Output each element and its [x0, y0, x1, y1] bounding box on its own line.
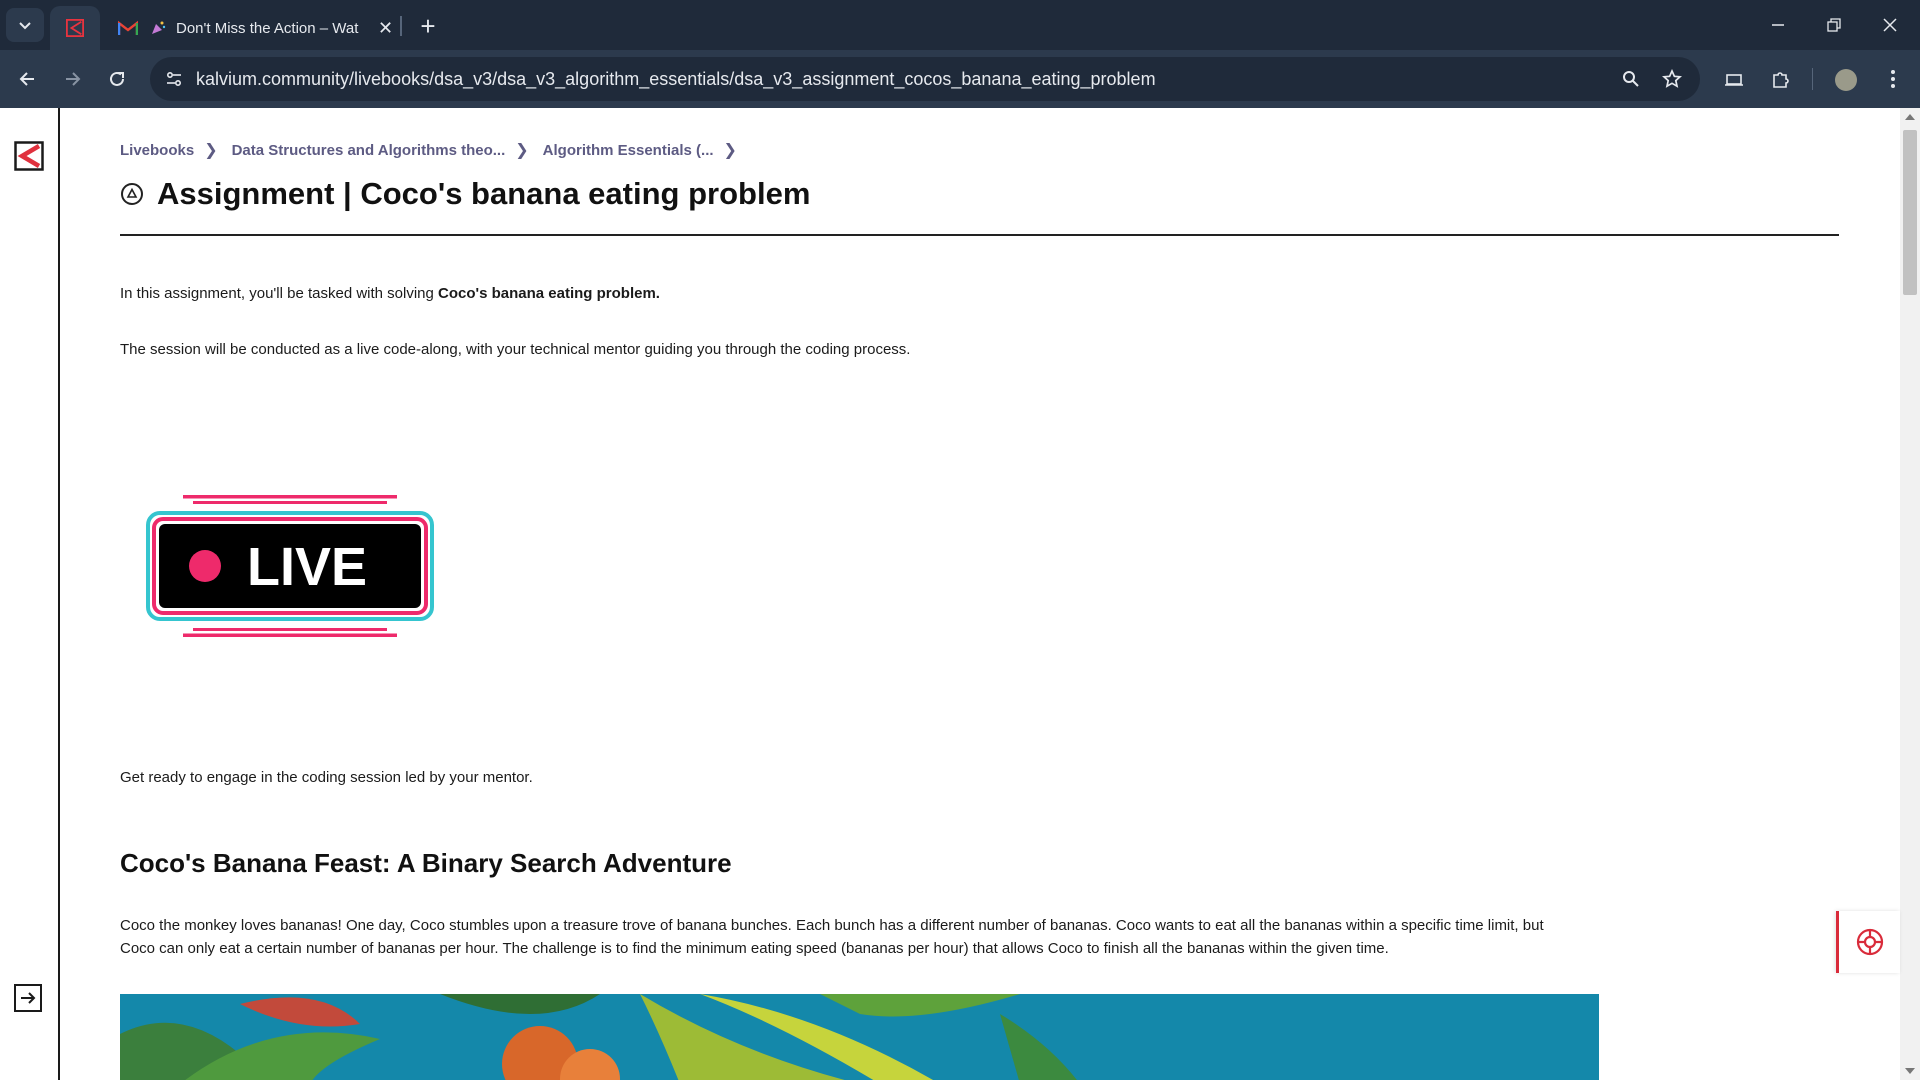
chevron-down-icon — [19, 22, 31, 30]
tab-title: Don't Miss the Action – Wat — [176, 19, 359, 37]
reload-button[interactable] — [99, 61, 135, 97]
page-viewport: Livebooks ❯ Data Structures and Algorith… — [0, 108, 1920, 1080]
forward-button[interactable] — [55, 61, 91, 97]
breadcrumb: Livebooks ❯ Data Structures and Algorith… — [120, 140, 751, 160]
breadcrumb-course[interactable]: Data Structures and Algorithms theo... — [232, 142, 506, 159]
live-label: LIVE — [247, 537, 367, 597]
party-popper-icon — [152, 21, 166, 34]
live-banner-image: LIVE — [146, 495, 434, 637]
section-body-paragraph: Coco the monkey loves bananas! One day, … — [120, 917, 1544, 957]
site-info-button[interactable] — [154, 59, 194, 99]
title-divider — [120, 234, 1839, 236]
chevron-right-icon: ❯ — [515, 142, 529, 159]
breadcrumb-module[interactable]: Algorithm Essentials (... — [543, 142, 714, 159]
left-rail — [0, 108, 60, 1080]
new-tab-button[interactable]: + — [412, 10, 444, 42]
lifebuoy-icon — [1856, 928, 1883, 956]
tune-icon — [166, 71, 182, 87]
kalvium-logo-icon — [66, 19, 84, 37]
intro-paragraph: In this assignment, you'll be tasked wit… — [120, 282, 660, 305]
toolbar-divider — [1812, 68, 1813, 90]
close-tab-icon[interactable]: ✕ — [378, 18, 393, 39]
banana-illustration-image — [120, 994, 1599, 1080]
browser-menu-button[interactable] — [1875, 61, 1911, 97]
restore-icon — [1827, 18, 1841, 32]
session-paragraph: The session will be conducted as a live … — [120, 341, 911, 358]
help-widget-button[interactable] — [1836, 911, 1900, 973]
reload-icon — [110, 71, 124, 86]
zoom-button[interactable] — [1616, 64, 1646, 94]
minimize-icon — [1772, 24, 1784, 26]
chevron-right-icon: ❯ — [204, 142, 218, 159]
minimize-button[interactable] — [1750, 0, 1806, 50]
restore-button[interactable] — [1806, 0, 1862, 50]
profile-avatar[interactable] — [1835, 69, 1857, 91]
back-button[interactable] — [9, 61, 45, 97]
extensions-button[interactable] — [1763, 61, 1799, 97]
page-scrollbar[interactable] — [1900, 108, 1920, 1080]
scroll-down-arrow-icon[interactable] — [1905, 1068, 1915, 1074]
tab-divider — [400, 16, 402, 36]
intro-text: In this assignment, you'll be tasked wit… — [120, 285, 439, 302]
cast-button[interactable] — [1716, 61, 1752, 97]
puzzle-icon — [1773, 72, 1789, 88]
tab-gmail[interactable]: Don't Miss the Action – Wat ✕ — [110, 6, 400, 50]
page-title: Assignment | Coco's banana eating proble… — [157, 176, 811, 211]
scroll-up-arrow-icon[interactable] — [1905, 114, 1915, 120]
tab-search-button[interactable] — [6, 8, 44, 42]
tab-kalvium[interactable] — [50, 6, 100, 50]
logout-icon[interactable] — [12, 982, 44, 1014]
title-row: Assignment | Coco's banana eating proble… — [120, 176, 810, 212]
status-triangle-icon — [121, 183, 143, 205]
ready-paragraph: Get ready to engage in the coding sessio… — [120, 769, 533, 786]
bookmark-button[interactable] — [1657, 64, 1687, 94]
address-bar[interactable]: kalvium.community/livebooks/dsa_v3/dsa_v… — [150, 57, 1700, 101]
section-heading: Coco's Banana Feast: A Binary Search Adv… — [120, 848, 732, 878]
browser-toolbar: kalvium.community/livebooks/dsa_v3/dsa_v… — [0, 50, 1920, 108]
kalvium-logo-icon[interactable] — [14, 141, 44, 171]
arrow-left-icon — [19, 72, 34, 86]
close-window-button[interactable] — [1862, 0, 1918, 50]
cast-icon — [1725, 74, 1743, 86]
intro-bold-text: Coco's banana eating problem. — [438, 285, 660, 302]
scrollbar-thumb[interactable] — [1903, 130, 1917, 295]
url-text[interactable]: kalvium.community/livebooks/dsa_v3/dsa_v… — [196, 69, 1156, 90]
breadcrumb-livebooks[interactable]: Livebooks — [120, 142, 194, 159]
chevron-right-icon[interactable]: ❯ — [724, 140, 737, 160]
gmail-icon — [118, 20, 138, 35]
more-vertical-icon — [1891, 70, 1895, 88]
close-icon — [1883, 18, 1897, 32]
search-icon — [1623, 71, 1639, 87]
browser-tab-bar: Don't Miss the Action – Wat ✕ + — [0, 0, 1920, 50]
star-icon — [1662, 69, 1682, 88]
arrow-right-icon — [66, 72, 81, 86]
